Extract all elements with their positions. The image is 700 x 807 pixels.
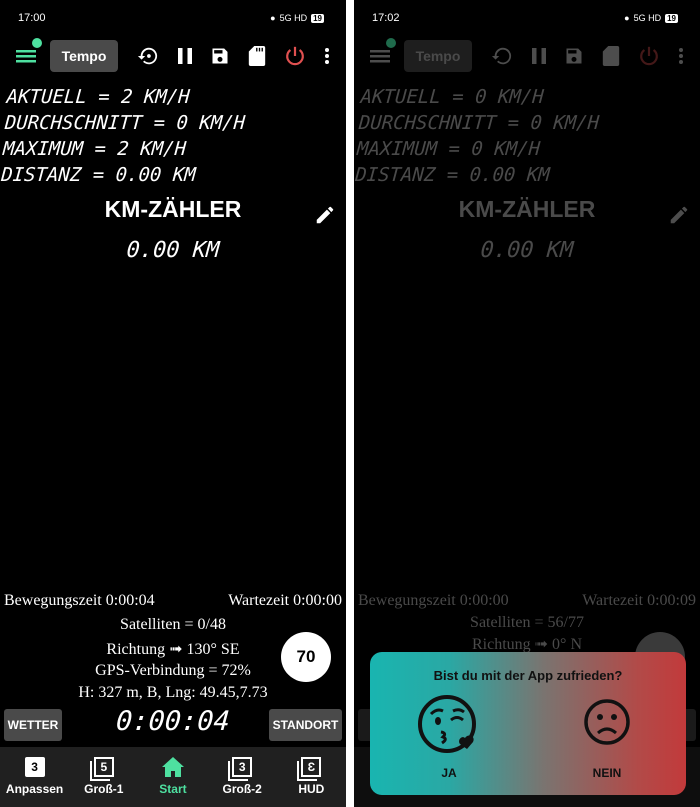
nav-label: Groß-1: [84, 782, 124, 796]
bottom-nav: 3 Anpassen 5 Groß-1 Start 3 Groß-2 Ɛ HUD: [0, 747, 346, 807]
nav-gross-1[interactable]: 5 Groß-1: [70, 747, 138, 807]
nav-label: Start: [159, 782, 187, 796]
nav-gross-2[interactable]: 3 Groß-2: [208, 747, 276, 807]
nav-anpassen[interactable]: 3 Anpassen: [1, 747, 69, 807]
history-icon: [137, 47, 158, 65]
toolbar: Tempo: [354, 38, 700, 72]
menu-icon: [370, 50, 390, 63]
readout-distance: DISTANZ = 0.00 KM: [354, 164, 551, 186]
history-button[interactable]: [490, 40, 514, 72]
speed-readouts: AKTUELL = 0 KM/H DURCHSCHNITT = 0 KM/H M…: [354, 84, 601, 188]
sad-face-icon: [584, 699, 630, 745]
sd-card-icon: [602, 46, 620, 66]
readout-average: DURCHSCHNITT = 0 KM/H: [4, 112, 246, 134]
menu-icon: [16, 50, 36, 63]
readout-current: AKTUELL = 0 KM/H: [359, 86, 545, 108]
status-time: 17:00: [18, 12, 46, 24]
signal-label: 5G HD: [633, 13, 662, 23]
power-button[interactable]: [282, 40, 308, 72]
save-icon: [212, 48, 228, 64]
dialog-question: Bist du mit der App zufrieden?: [433, 668, 623, 683]
readout-average: DURCHSCHNITT = 0 KM/H: [358, 112, 600, 134]
readout-current: AKTUELL = 2 KM/H: [5, 86, 191, 108]
speed-limit-sign[interactable]: 70: [281, 632, 331, 682]
status-bar: 17:02 ● 5G HD 19: [372, 10, 678, 26]
no-label: NEIN: [592, 766, 622, 780]
position: H: 327 m, B, Lng: 49.45,7.73: [78, 684, 268, 701]
stack-icon: Ɛ: [301, 757, 322, 777]
moving-time: Bewegungszeit 0:00:00: [358, 592, 509, 609]
pencil-icon: [670, 206, 688, 224]
yes-label: JA: [441, 766, 457, 780]
nav-start[interactable]: Start: [139, 747, 207, 807]
wait-time: Wartezeit 0:00:09: [582, 592, 696, 609]
more-vert-icon: [325, 48, 329, 64]
times-row: Bewegungszeit 0:00:04 Wartezeit 0:00:00: [4, 592, 342, 610]
sd-card-button[interactable]: [599, 40, 623, 72]
status-dot: [386, 38, 396, 48]
yes-button[interactable]: JA: [404, 692, 494, 780]
signal-label: 5G HD: [279, 13, 308, 23]
pause-icon: [178, 48, 192, 64]
odometer-value: 0.00 KM: [479, 238, 575, 263]
odometer-title: KM-ZÄHLER: [104, 196, 242, 222]
more-button[interactable]: [320, 40, 334, 72]
badge-icon: 3: [24, 757, 45, 777]
sd-card-button[interactable]: [245, 40, 269, 72]
no-button[interactable]: NEIN: [562, 692, 652, 780]
battery-level: 19: [665, 13, 678, 23]
more-vert-icon: [679, 48, 683, 64]
kissing-face-icon: [418, 695, 476, 753]
location-icon: ●: [624, 13, 630, 23]
history-button[interactable]: [136, 40, 160, 72]
power-button[interactable]: [636, 40, 662, 72]
sd-card-icon: [248, 46, 266, 66]
stack-icon: 3: [232, 757, 253, 777]
pencil-icon: [316, 206, 334, 224]
history-icon: [491, 47, 512, 65]
rating-dialog: Bist du mit der App zufrieden? JA NEIN: [370, 652, 686, 795]
tempo-button[interactable]: Tempo: [50, 40, 118, 72]
home-icon: [161, 757, 184, 777]
power-icon: [640, 46, 658, 66]
readout-distance: DISTANZ = 0.00 KM: [0, 164, 197, 186]
phone-screen-right: 17:02 ● 5G HD 19 Tempo AKTUELL = 0 KM/H DU…: [354, 0, 700, 807]
status-bar: 17:00 ● 5G HD 19: [18, 10, 324, 26]
nav-label: Groß-2: [222, 782, 262, 796]
status-time: 17:02: [372, 12, 400, 24]
pause-button[interactable]: [174, 40, 196, 72]
pause-button[interactable]: [528, 40, 550, 72]
edit-odometer-button[interactable]: [668, 204, 690, 231]
readout-maximum: MAXIMUM = 0 KM/H: [356, 138, 541, 160]
save-icon: [566, 48, 582, 64]
readout-maximum: MAXIMUM = 2 KM/H: [2, 138, 187, 160]
nav-label: HUD: [298, 782, 325, 796]
odometer-value: 0.00 KM: [125, 238, 221, 263]
nav-label: Anpassen: [5, 782, 64, 796]
odometer-title: KM-ZÄHLER: [458, 196, 596, 222]
satellites: Satelliten = 0/48: [120, 616, 226, 633]
pause-icon: [532, 48, 546, 64]
tempo-button[interactable]: Tempo: [404, 40, 472, 72]
satellites: Satelliten = 56/77: [470, 614, 584, 631]
edit-odometer-button[interactable]: [314, 204, 336, 231]
moving-time: Bewegungszeit 0:00:04: [4, 592, 155, 609]
more-button[interactable]: [674, 40, 688, 72]
stack-icon: 5: [93, 757, 114, 777]
speed-readouts: AKTUELL = 2 KM/H DURCHSCHNITT = 0 KM/H M…: [0, 84, 247, 188]
power-icon: [286, 46, 304, 66]
times-row: Bewegungszeit 0:00:00 Wartezeit 0:00:09: [358, 592, 696, 610]
location-icon: ●: [270, 13, 276, 23]
toolbar: Tempo: [0, 38, 346, 72]
save-button[interactable]: [208, 40, 232, 72]
nav-hud[interactable]: Ɛ HUD: [277, 747, 345, 807]
status-dot: [32, 38, 42, 48]
save-button[interactable]: [562, 40, 586, 72]
phone-screen-left: 17:00 ● 5G HD 19 Tempo AKTUELL = 2 KM/H DU…: [0, 0, 346, 807]
location-button[interactable]: STANDORT: [269, 709, 342, 741]
wait-time: Wartezeit 0:00:00: [228, 592, 342, 609]
battery-level: 19: [311, 13, 324, 23]
